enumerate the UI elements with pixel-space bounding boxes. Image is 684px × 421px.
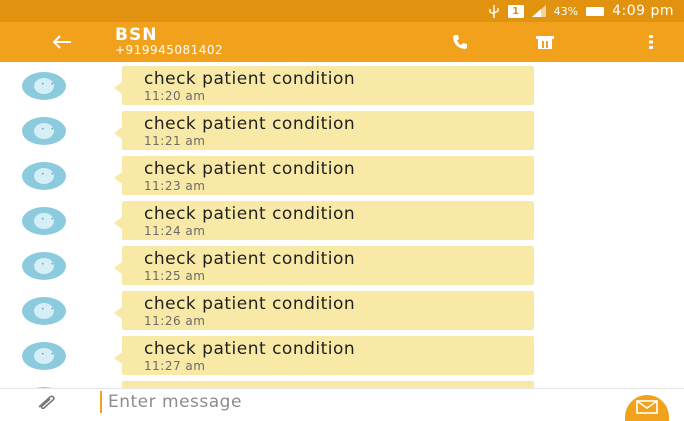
contact-name: BSN (115, 25, 158, 45)
message-bubble[interactable]: check patient condition 11:20 am (114, 66, 534, 105)
contact-avatar-icon[interactable]: • • (22, 297, 66, 325)
message-text: check patient condition (144, 69, 356, 89)
contact-number: +919945081402 (115, 43, 224, 57)
message-row: • • check patient condition 11:23 am (0, 152, 684, 198)
message-text: check patient condition (144, 294, 356, 314)
phone-icon (453, 35, 467, 49)
message-text: check patient condition (144, 159, 356, 179)
battery-icon (586, 6, 605, 16)
message-bubble[interactable]: check patient condition 11:24 am (114, 201, 534, 240)
app-bar: BSN +919945081402 (0, 22, 684, 62)
message-text: check patient condition (144, 249, 356, 269)
message-row: • • check patient condition 11:21 am (0, 107, 684, 153)
more-vert-icon (649, 35, 653, 49)
message-row: • • check patient condition 11:20 am (0, 62, 684, 108)
message-time: 11:25 am (144, 269, 206, 283)
clock: 4:09 pm (612, 3, 674, 19)
message-row: • • check patient condition 11:26 am (0, 287, 684, 333)
battery-percent: 43% (553, 4, 579, 18)
usb-icon (488, 4, 500, 18)
status-bar: 1 43% 4:09 pm (0, 0, 684, 22)
contact-avatar-icon[interactable]: • • (22, 162, 66, 190)
contact-avatar-icon[interactable]: • • (22, 117, 66, 145)
message-row: • • check patient condition 11:27 am (0, 332, 684, 378)
message-time: 11:27 am (144, 359, 206, 373)
call-button[interactable] (445, 28, 475, 56)
paperclip-icon (38, 395, 55, 409)
sim-icon: 1 (507, 4, 524, 18)
message-bubble[interactable]: check patient condition 11:27 am (114, 336, 534, 375)
message-composer (0, 388, 684, 421)
attach-button[interactable] (30, 391, 64, 413)
message-time: 11:21 am (144, 134, 206, 148)
send-icon (636, 400, 658, 414)
contact-avatar-icon[interactable]: • • (22, 72, 66, 100)
back-button[interactable] (44, 26, 80, 58)
message-row: • • check patient condition 11:24 am (0, 197, 684, 243)
message-bubble[interactable]: check patient condition 11:23 am (114, 156, 534, 195)
message-text: check patient condition (144, 114, 356, 134)
back-arrow-icon (52, 35, 71, 49)
delete-icon (536, 36, 554, 49)
message-text: check patient condition (144, 204, 356, 224)
more-options-button[interactable] (636, 28, 666, 56)
contact-avatar-icon[interactable]: • • (22, 252, 66, 280)
message-bubble[interactable]: check patient condition 11:25 am (114, 246, 534, 285)
message-row (0, 377, 684, 388)
message-time: 11:26 am (144, 314, 206, 328)
send-button[interactable] (625, 395, 669, 421)
message-bubble[interactable]: check patient condition 11:26 am (114, 291, 534, 330)
message-bubble[interactable]: check patient condition 11:21 am (114, 111, 534, 150)
message-input[interactable] (100, 391, 600, 413)
message-thread[interactable]: • • check patient condition 11:20 am • •… (0, 62, 684, 388)
message-time: 11:24 am (144, 224, 206, 238)
contact-avatar-icon[interactable]: • • (22, 207, 66, 235)
message-row: • • check patient condition 11:25 am (0, 242, 684, 288)
delete-button[interactable] (530, 28, 560, 56)
signal-icon (531, 5, 546, 17)
contact-avatar-icon[interactable]: • • (22, 342, 66, 370)
message-bubble[interactable] (122, 381, 534, 388)
message-text: check patient condition (144, 339, 356, 359)
message-time: 11:20 am (144, 89, 206, 103)
message-time: 11:23 am (144, 179, 206, 193)
